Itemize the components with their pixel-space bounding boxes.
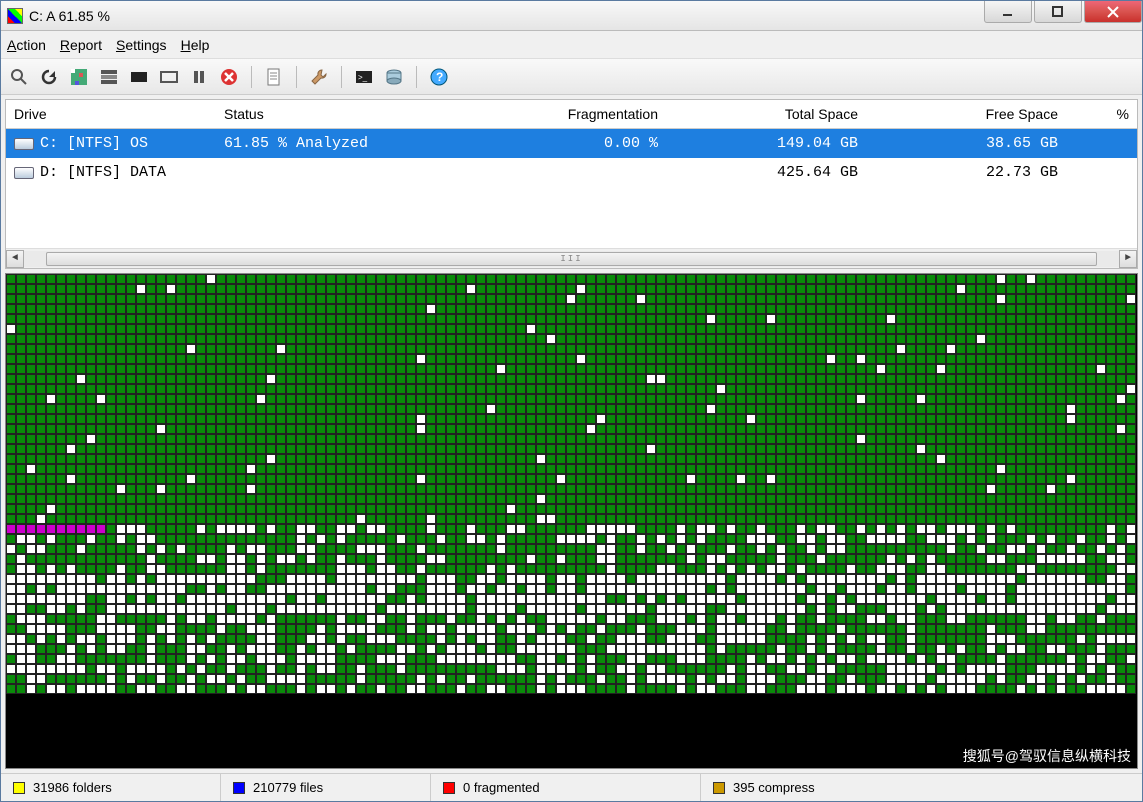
search-icon[interactable] xyxy=(7,65,31,89)
drive-free: 38.65 GB xyxy=(866,129,1066,158)
toolbar-separator xyxy=(416,66,417,88)
drive-label: D: [NTFS] DATA xyxy=(40,164,166,181)
window-controls xyxy=(982,1,1142,30)
cluster-map[interactable]: 搜狐号@驾驭信息纵横科技 xyxy=(5,273,1138,769)
menu-report[interactable]: Report xyxy=(60,37,102,53)
svg-text:>_: >_ xyxy=(358,73,368,82)
maximize-button[interactable] xyxy=(1034,1,1082,23)
help-icon[interactable]: ? xyxy=(427,65,451,89)
status-files: 210779 files xyxy=(221,774,431,801)
console-icon[interactable]: >_ xyxy=(352,65,376,89)
view-outline-icon[interactable] xyxy=(157,65,181,89)
view-bars-icon[interactable] xyxy=(97,65,121,89)
drive-list-rows: C: [NTFS] OS 61.85 % Analyzed 0.00 % 149… xyxy=(6,129,1137,248)
drive-icon xyxy=(14,167,34,179)
main-window: { "title": "C: A 61.85 %", "menu": { "ac… xyxy=(0,0,1143,802)
toolbar: >_ ? xyxy=(1,59,1142,95)
status-bar: 31986 folders 210779 files 0 fragmented … xyxy=(1,773,1142,801)
col-free[interactable]: Free Space xyxy=(866,100,1066,128)
scroll-thumb[interactable]: III xyxy=(46,252,1097,266)
title-bar: C: A 61.85 % xyxy=(1,1,1142,31)
toolbar-separator xyxy=(341,66,342,88)
minimize-button[interactable] xyxy=(984,1,1032,23)
drive-frag: 0.00 % xyxy=(466,129,666,158)
window-title: C: A 61.85 % xyxy=(29,8,982,24)
view-gridmix-icon[interactable] xyxy=(67,65,91,89)
scroll-right-icon[interactable]: ► xyxy=(1119,250,1137,268)
legend-fragmented-icon xyxy=(443,782,455,794)
status-compressed: 395 compress xyxy=(701,774,1142,801)
horizontal-scrollbar[interactable]: ◄ III ► xyxy=(6,248,1137,268)
drive-pct xyxy=(1066,138,1137,150)
status-folders: 31986 folders xyxy=(1,774,221,801)
view-solid-icon[interactable] xyxy=(127,65,151,89)
close-button[interactable] xyxy=(1084,1,1142,23)
wrench-icon[interactable] xyxy=(307,65,331,89)
drive-status: 61.85 % Analyzed xyxy=(216,129,466,158)
stop-icon[interactable] xyxy=(217,65,241,89)
status-fragmented: 0 fragmented xyxy=(431,774,701,801)
drive-frag xyxy=(466,167,666,179)
scroll-left-icon[interactable]: ◄ xyxy=(6,250,24,268)
reload-icon[interactable] xyxy=(37,65,61,89)
legend-files-icon xyxy=(233,782,245,794)
drive-total: 149.04 GB xyxy=(666,129,866,158)
col-frag[interactable]: Fragmentation xyxy=(466,100,666,128)
col-drive[interactable]: Drive xyxy=(6,100,216,128)
scroll-track[interactable]: III xyxy=(24,251,1119,267)
menu-action[interactable]: Action xyxy=(7,37,46,53)
legend-folders-icon xyxy=(13,782,25,794)
col-total[interactable]: Total Space xyxy=(666,100,866,128)
drive-row-d[interactable]: D: [NTFS] DATA 425.64 GB 22.73 GB xyxy=(6,158,1137,187)
drive-icon xyxy=(14,138,34,150)
svg-text:?: ? xyxy=(436,70,443,84)
menu-bar: Action Report Settings Help xyxy=(1,31,1142,59)
drive-list: Drive Status Fragmentation Total Space F… xyxy=(5,99,1138,269)
col-pct[interactable]: % xyxy=(1066,100,1137,128)
menu-help[interactable]: Help xyxy=(181,37,210,53)
toolbar-separator xyxy=(251,66,252,88)
drive-status xyxy=(216,167,466,179)
pause-icon[interactable] xyxy=(187,65,211,89)
drive-list-header: Drive Status Fragmentation Total Space F… xyxy=(6,100,1137,129)
toolbar-separator xyxy=(296,66,297,88)
cylinder-icon[interactable] xyxy=(382,65,406,89)
menu-settings[interactable]: Settings xyxy=(116,37,167,53)
drive-row-c[interactable]: C: [NTFS] OS 61.85 % Analyzed 0.00 % 149… xyxy=(6,129,1137,158)
drive-label: C: [NTFS] OS xyxy=(40,135,148,152)
legend-compressed-icon xyxy=(713,782,725,794)
col-status[interactable]: Status xyxy=(216,100,466,128)
watermark: 搜狐号@驾驭信息纵横科技 xyxy=(963,746,1131,766)
drive-pct xyxy=(1066,167,1137,179)
app-icon xyxy=(7,8,23,24)
drive-total: 425.64 GB xyxy=(666,158,866,187)
document-icon[interactable] xyxy=(262,65,286,89)
drive-free: 22.73 GB xyxy=(866,158,1066,187)
